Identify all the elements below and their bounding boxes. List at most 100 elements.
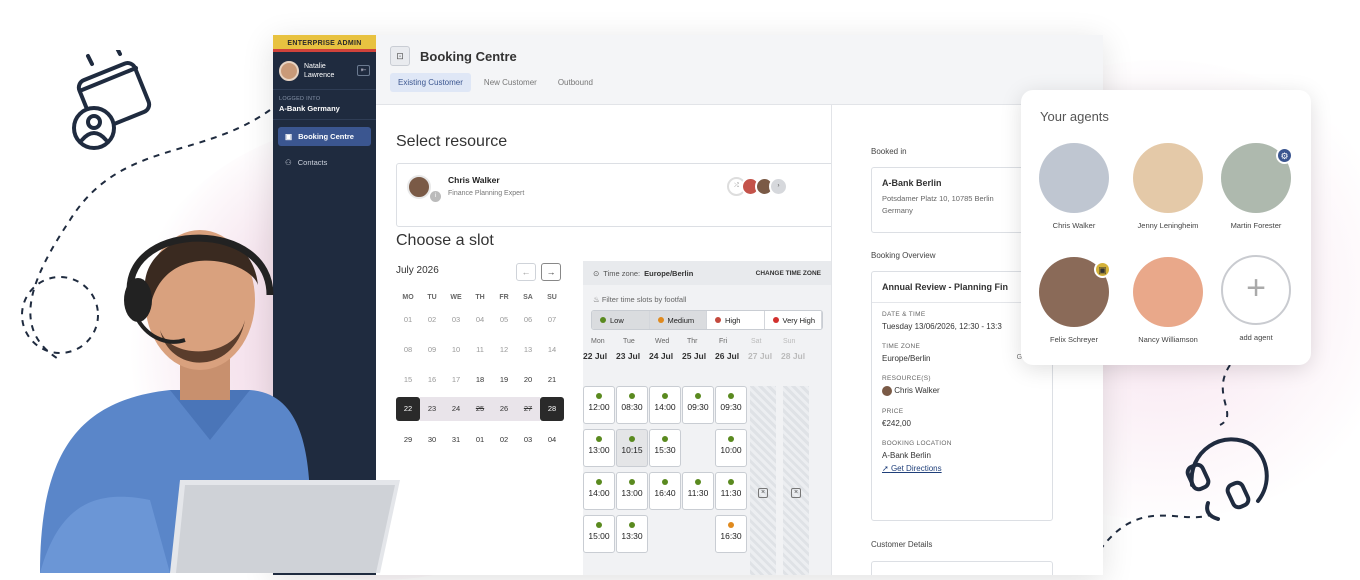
slot-time: 13:00 — [588, 445, 610, 455]
tab-outbound[interactable]: Outbound — [550, 73, 601, 92]
calendar-day[interactable]: 30 — [420, 435, 444, 444]
calendar-day[interactable]: 01 — [468, 435, 492, 444]
time-slot[interactable]: 15:00 — [583, 515, 615, 553]
main-area: ⊡ Booking Centre Existing Customer New C… — [376, 35, 1103, 575]
calendar-day[interactable]: 03 — [516, 435, 540, 444]
time-slot[interactable]: 14:00 — [649, 386, 681, 424]
footfall-filter-low[interactable]: Low — [592, 311, 650, 329]
calendar-day[interactable]: 24 — [444, 397, 468, 421]
time-slot[interactable]: 15:30 — [649, 429, 681, 467]
support-agent-photo — [40, 230, 400, 573]
calendar-day[interactable]: 27 — [516, 397, 540, 421]
calendar-day[interactable]: 10 — [444, 345, 468, 354]
footfall-filter-medium[interactable]: Medium — [649, 311, 707, 329]
change-timezone-button[interactable]: CHANGE TIME ZONE — [756, 270, 821, 277]
day-name: Wed — [655, 338, 670, 345]
time-slot[interactable]: 10:00 — [715, 429, 747, 467]
slot-time: 10:15 — [621, 445, 643, 455]
calendar-day[interactable]: 12 — [492, 345, 516, 354]
agent-jenny-leningheim[interactable]: Jenny Leningheim — [1128, 143, 1208, 230]
time-slot[interactable]: 13:30 — [616, 515, 648, 553]
calendar-day[interactable]: 11 — [468, 345, 492, 354]
time-slot[interactable]: 11:30 — [682, 472, 714, 510]
calendar-day[interactable]: 31 — [444, 435, 468, 444]
calendar-day[interactable]: 23 — [420, 397, 444, 421]
timezone-field-label: TIME ZONE — [882, 343, 921, 350]
calendar-day[interactable]: 03 — [444, 315, 468, 324]
filter-option-label: Low — [610, 315, 624, 325]
resource-card[interactable]: i Chris Walker Finance Planning Expert ⤮… — [396, 163, 836, 227]
calendar-day[interactable]: 17 — [444, 375, 468, 384]
calendar-day[interactable]: 09 — [420, 345, 444, 354]
calendar-day[interactable]: 04 — [468, 315, 492, 324]
calendar-day[interactable]: 18 — [468, 375, 492, 384]
time-slot[interactable]: 08:30 — [616, 386, 648, 424]
sidebar-item-contacts[interactable]: ⚇ Contacts — [278, 153, 371, 172]
agent-chris-walker[interactable]: Chris Walker — [1034, 143, 1114, 230]
weekday-label: SU — [547, 293, 557, 301]
calendar-day[interactable]: 13 — [516, 345, 540, 354]
day-date: 25 Jul — [682, 351, 707, 361]
contacts-icon: ⚇ — [285, 158, 292, 167]
time-slot[interactable]: 16:40 — [649, 472, 681, 510]
calendar-day[interactable]: 21 — [540, 375, 564, 384]
avatar — [882, 386, 892, 396]
collapse-sidebar-icon[interactable]: ⇤ — [357, 65, 370, 76]
agent-nancy-williamson[interactable]: Nancy Williamson — [1128, 257, 1208, 344]
day-names: Mon Tue Wed Thr Fri Sat Sun — [583, 338, 831, 345]
time-slot[interactable]: 13:00 — [583, 429, 615, 467]
calendar-day[interactable]: 02 — [420, 315, 444, 324]
add-agent-button[interactable]: + add agent — [1216, 255, 1296, 342]
info-icon[interactable]: i — [430, 191, 441, 202]
tab-existing-customer[interactable]: Existing Customer — [390, 73, 471, 92]
time-slot[interactable]: 09:30 — [715, 386, 747, 424]
branch-address: Potsdamer Platz 10, 10785 Berlin — [882, 194, 994, 203]
get-directions-link[interactable]: Get Directions — [891, 464, 942, 473]
datetime-value: Tuesday 13/06/2026, 12:30 - 13:3 — [882, 322, 1002, 331]
next-month-button[interactable]: → — [541, 263, 561, 281]
time-slot[interactable]: 10:15 — [616, 429, 648, 467]
avatar — [279, 60, 299, 81]
calendar-day[interactable]: 25 — [468, 397, 492, 421]
calendar-day[interactable]: 19 — [492, 375, 516, 384]
calendar-day[interactable]: 07 — [540, 315, 564, 324]
avatar: ⚙ — [1221, 143, 1293, 213]
calendar-day[interactable]: 06 — [516, 315, 540, 324]
unavailable-icon: × — [791, 488, 801, 498]
calendar-day[interactable]: 20 — [516, 375, 540, 384]
slot-time: 09:30 — [720, 402, 742, 412]
day-name: Sat — [751, 338, 762, 345]
agent-martin-forester[interactable]: ⚙ Martin Forester — [1216, 143, 1296, 230]
user-profile[interactable]: Natalie Lawrence ⇤ — [273, 52, 376, 90]
time-slot[interactable]: 09:30 — [682, 386, 714, 424]
time-slot[interactable]: 11:30 — [715, 472, 747, 510]
booking-content: Select resource i Chris Walker Finance P… — [376, 105, 836, 575]
agent-name: Jenny Leningheim — [1137, 221, 1199, 230]
tab-new-customer[interactable]: New Customer — [476, 73, 545, 92]
slot-time: 12:00 — [588, 402, 610, 412]
time-slot[interactable]: 16:30 — [715, 515, 747, 553]
chevron-right-icon[interactable]: › — [769, 177, 788, 196]
calendar-day[interactable]: 16 — [420, 375, 444, 384]
agent-felix-schreyer[interactable]: ▣ Felix Schreyer — [1034, 257, 1114, 344]
slot-time: 11:30 — [687, 488, 709, 498]
calendar-day[interactable]: 28 — [540, 397, 564, 421]
footfall-filter-high[interactable]: High — [707, 311, 765, 329]
calendar-day[interactable]: 05 — [492, 315, 516, 324]
footfall-dot — [728, 522, 734, 528]
calendar-day[interactable]: 14 — [540, 345, 564, 354]
time-slot[interactable]: 13:00 — [616, 472, 648, 510]
price-value: €242,00 — [882, 419, 911, 428]
logged-into[interactable]: LOGGED INTO A-Bank Germany — [273, 90, 376, 120]
footfall-filter-very-high[interactable]: Very High — [765, 311, 822, 329]
calendar-day[interactable]: 02 — [492, 435, 516, 444]
status-dot — [657, 317, 664, 323]
sidebar-item-booking-centre[interactable]: ▣ Booking Centre — [278, 127, 371, 146]
calendar-day[interactable]: 04 — [540, 435, 564, 444]
prev-month-button[interactable]: ← — [516, 263, 536, 281]
time-slot[interactable]: 12:00 — [583, 386, 615, 424]
unavailable-day — [783, 386, 809, 575]
footfall-dot — [662, 479, 668, 485]
calendar-day[interactable]: 26 — [492, 397, 516, 421]
time-slot[interactable]: 14:00 — [583, 472, 615, 510]
